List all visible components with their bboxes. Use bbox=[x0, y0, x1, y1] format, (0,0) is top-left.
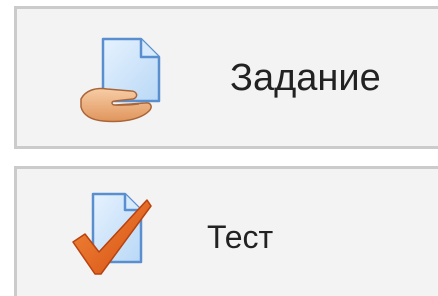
quiz-icon bbox=[72, 192, 152, 275]
activity-quiz-button[interactable]: Тест bbox=[14, 166, 438, 296]
activity-assignment-label: Задание bbox=[230, 57, 381, 99]
assignment-icon bbox=[80, 37, 161, 123]
activity-quiz-label: Тест bbox=[207, 219, 274, 255]
activity-assignment-button[interactable]: Задание bbox=[14, 6, 438, 149]
